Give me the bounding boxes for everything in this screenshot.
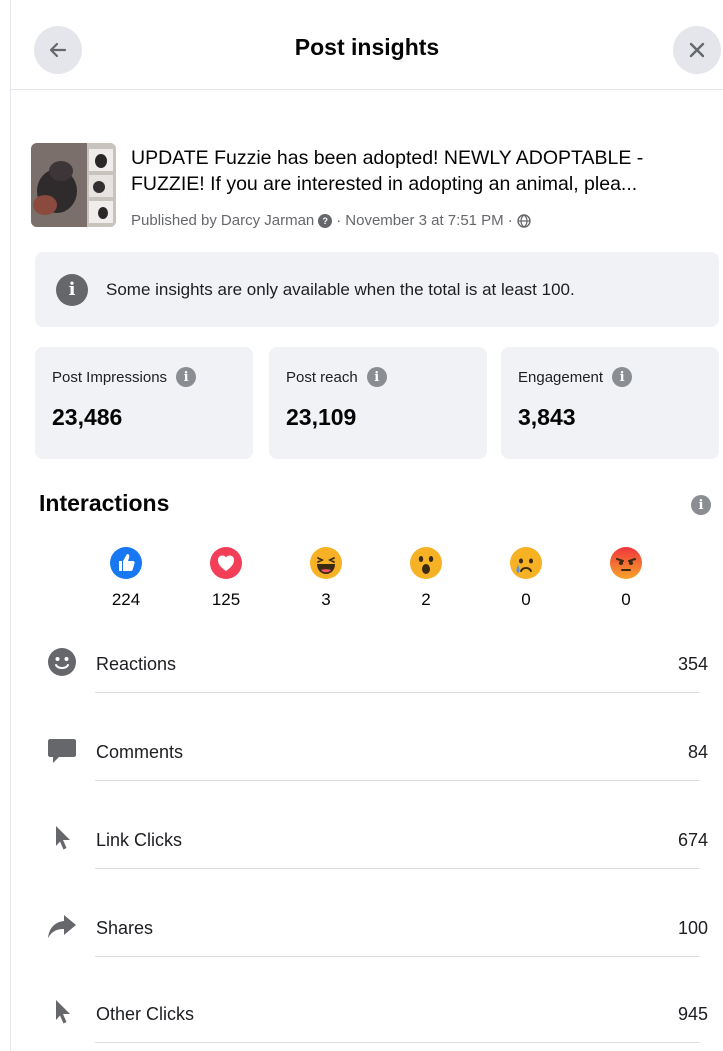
info-icon[interactable]: i — [691, 495, 711, 515]
sad-icon — [509, 546, 543, 580]
stat-card-engagement: Engagement i 3,843 — [501, 347, 719, 459]
divider — [95, 780, 699, 781]
haha-icon — [309, 546, 343, 580]
metric-label: Other Clicks — [96, 1004, 195, 1024]
metric-label: Comments — [96, 742, 184, 762]
metric-row-other-clicks: Other Clicks 945 — [44, 990, 708, 1050]
divider — [95, 1042, 699, 1043]
stat-value: 23,109 — [286, 404, 357, 430]
reaction-count: 2 — [421, 590, 431, 609]
metric-value: 945 — [677, 1004, 708, 1024]
reaction-count: 3 — [321, 590, 331, 609]
metric-row-shares: Shares 100 — [44, 904, 708, 964]
love-icon — [209, 546, 243, 580]
meta-separator: · — [507, 212, 513, 229]
notice-text: Some insights are only available when th… — [106, 279, 575, 299]
reaction-count: 0 — [621, 590, 631, 609]
info-icon[interactable]: i — [366, 367, 387, 387]
metric-label: Shares — [96, 918, 154, 938]
post-text-line-2: FUZZIE! If you are interested in adoptin… — [131, 173, 638, 195]
metric-row-reactions: Reactions 354 — [44, 640, 708, 700]
stat-label: Post reach — [286, 368, 358, 386]
reaction-angry: 0 — [596, 546, 656, 610]
divider — [95, 692, 699, 693]
metric-value: 100 — [677, 918, 708, 938]
metric-value: 674 — [677, 830, 708, 850]
stat-label: Engagement — [518, 368, 604, 386]
info-icon[interactable]: i — [176, 367, 197, 387]
wow-icon — [409, 546, 443, 580]
globe-icon — [516, 213, 531, 228]
reaction-count: 224 — [111, 590, 141, 609]
stat-value: 23,486 — [52, 404, 123, 430]
like-icon — [109, 546, 143, 580]
metric-row-comments: Comments 84 — [44, 728, 708, 788]
post-date[interactable]: November 3 at 7:51 PM — [345, 212, 503, 229]
smiley-icon — [44, 644, 80, 680]
published-prefix: Published by — [131, 212, 217, 229]
reaction-haha: 3 — [296, 546, 356, 610]
reaction-like: 224 — [96, 546, 156, 610]
reaction-wow: 2 — [396, 546, 456, 610]
reaction-love: 125 — [196, 546, 256, 610]
close-button[interactable] — [673, 26, 721, 74]
post-meta: Published by Darcy Jarman ? · November 3… — [131, 212, 531, 229]
divider — [95, 868, 699, 869]
share-arrow-icon — [44, 908, 80, 944]
panel-left-edge — [10, 0, 11, 1051]
stat-card-post-reach: Post reach i 23,109 — [269, 347, 487, 459]
info-icon: i — [56, 273, 88, 306]
post-author[interactable]: Darcy Jarman — [221, 212, 314, 229]
metric-label: Link Clicks — [96, 830, 183, 850]
divider — [95, 956, 699, 957]
stat-label: Post Impressions — [52, 368, 168, 386]
reaction-sad: 0 — [496, 546, 556, 610]
kitten-photo — [31, 143, 116, 227]
post-thumbnail[interactable] — [31, 143, 116, 227]
dialog-header: Post insights — [11, 0, 723, 90]
info-icon[interactable]: i — [612, 367, 633, 387]
stat-card-post-impressions: Post Impressions i 23,486 — [35, 347, 253, 459]
metric-row-link-clicks: Link Clicks 674 — [44, 816, 708, 876]
help-icon[interactable]: ? — [318, 213, 333, 228]
angry-icon — [609, 546, 643, 580]
insights-notice: i Some insights are only available when … — [35, 252, 719, 327]
interactions-title: Interactions — [39, 490, 170, 516]
reaction-count: 0 — [521, 590, 531, 609]
stat-value: 3,843 — [518, 404, 576, 430]
page-title: Post insights — [294, 34, 440, 60]
post-text-line-1: UPDATE Fuzzie has been adopted! NEWLY AD… — [131, 147, 644, 169]
reaction-count: 125 — [211, 590, 241, 609]
cursor-icon — [44, 994, 80, 1030]
metric-label: Reactions — [96, 654, 177, 674]
meta-separator: · — [336, 212, 342, 229]
cursor-icon — [44, 820, 80, 856]
post-text[interactable]: UPDATE Fuzzie has been adopted! NEWLY AD… — [131, 145, 721, 197]
comment-icon — [44, 732, 80, 768]
close-icon — [689, 42, 705, 58]
metric-value: 354 — [677, 654, 708, 674]
metric-value: 84 — [687, 742, 708, 762]
